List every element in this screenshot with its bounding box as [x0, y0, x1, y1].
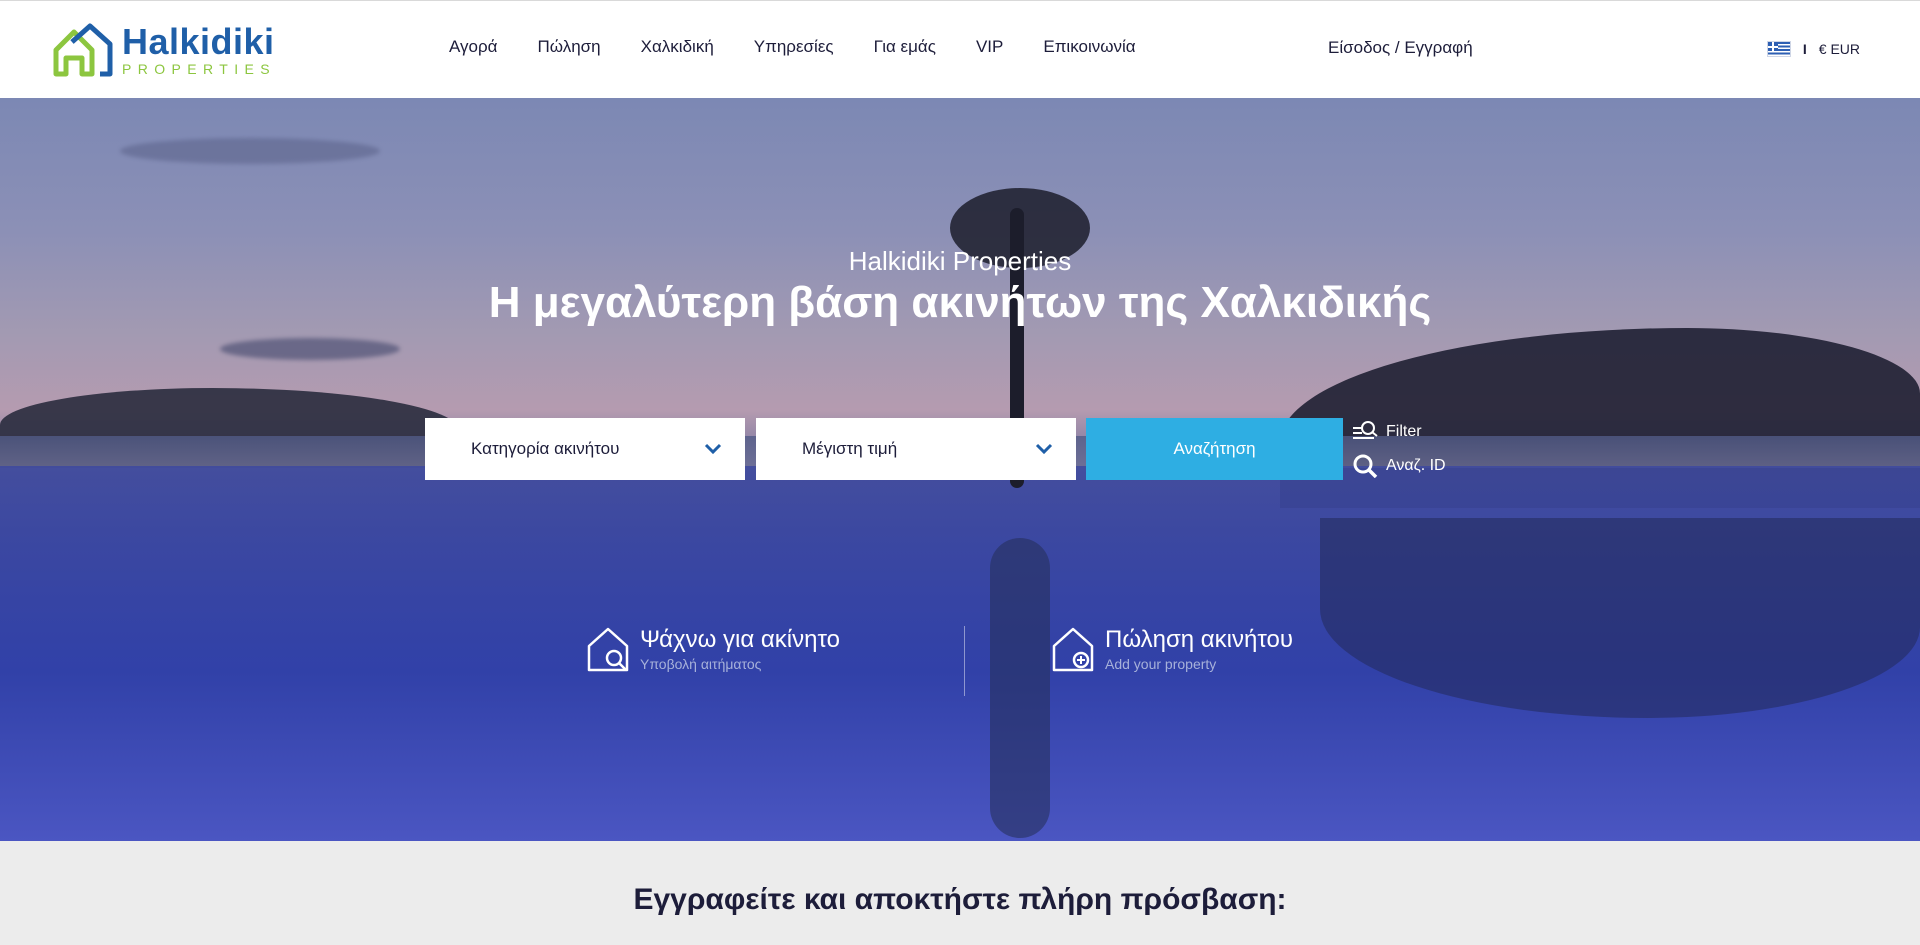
search-bar: Κατηγορία ακινήτου Μέγιστη τιμή Αναζήτησ…: [425, 418, 1343, 480]
search-by-id-link[interactable]: Αναζ. ID: [1352, 454, 1446, 478]
filter-link[interactable]: Filter: [1352, 420, 1446, 444]
house-add-icon: [1052, 627, 1094, 672]
hero-background: [120, 138, 380, 164]
nav-item-services[interactable]: Υπηρεσίες: [754, 37, 834, 57]
max-price-select[interactable]: Μέγιστη τιμή: [756, 418, 1076, 480]
site-header: Halkidiki PROPERTIES Αγορά Πώληση Χαλκιδ…: [0, 0, 1920, 98]
sell-cta-title: Πώληση ακινήτου: [1105, 626, 1293, 653]
hero-title: Η μεγαλύτερη βάση ακινήτων της Χαλκιδική…: [488, 278, 1432, 327]
search-button[interactable]: Αναζήτηση: [1086, 418, 1343, 480]
nav-item-vip[interactable]: VIP: [976, 37, 1003, 57]
looking-cta-subtitle: Υποβολή αιτήματος: [640, 656, 762, 672]
locale-separator: I: [1802, 41, 1807, 57]
search-by-id-label: Αναζ. ID: [1386, 457, 1446, 474]
house-logo-icon: [53, 23, 113, 77]
search-icon: [1353, 454, 1378, 478]
sell-property-cta[interactable]: Πώληση ακινήτου Add your property: [1051, 626, 1293, 672]
property-category-label: Κατηγορία ακινήτου: [471, 439, 620, 458]
nav-item-buy[interactable]: Αγορά: [449, 37, 498, 57]
hero-section: Halkidiki Properties Η μεγαλύτερη βάση α…: [0, 98, 1920, 841]
house-search-icon: [587, 627, 629, 672]
locale-switcher[interactable]: I € EUR: [1766, 41, 1860, 57]
main-nav: Αγορά Πώληση Χαλκιδική Υπηρεσίες Για εμά…: [449, 37, 1176, 57]
register-title: Εγγραφείτε και αποκτήστε πλήρη πρόσβαση:: [633, 883, 1287, 916]
property-category-select[interactable]: Κατηγορία ακινήτου: [425, 418, 745, 480]
greek-flag-icon[interactable]: [1766, 41, 1791, 57]
logo-name: Halkidiki: [122, 21, 275, 62]
chevron-down-icon: [704, 443, 722, 455]
sell-cta-subtitle: Add your property: [1105, 656, 1217, 672]
nav-item-contact[interactable]: Επικοινωνία: [1043, 37, 1135, 57]
hero-subtitle: Halkidiki Properties: [848, 246, 1072, 276]
chevron-down-icon: [1035, 443, 1053, 455]
hero-background: [990, 538, 1050, 838]
nav-item-about[interactable]: Για εμάς: [874, 37, 936, 57]
site-logo[interactable]: Halkidiki PROPERTIES: [52, 21, 282, 79]
logo-tagline: PROPERTIES: [122, 61, 276, 77]
cta-divider: [964, 626, 965, 696]
login-register-link[interactable]: Είσοδος / Εγγραφή: [1328, 38, 1473, 58]
nav-item-sell[interactable]: Πώληση: [538, 37, 601, 57]
nav-item-halkidiki[interactable]: Χαλκιδική: [641, 37, 714, 57]
hero-background: [220, 338, 400, 360]
looking-for-property-cta[interactable]: Ψάχνω για ακίνητο Υποβολή αιτήματος: [586, 626, 840, 672]
currency-selector[interactable]: € EUR: [1819, 41, 1860, 57]
looking-cta-title: Ψάχνω για ακίνητο: [640, 626, 840, 653]
register-section: Εγγραφείτε και αποκτήστε πλήρη πρόσβαση:: [0, 841, 1920, 945]
filter-label: Filter: [1386, 423, 1422, 440]
search-aux-links: Filter Αναζ. ID: [1352, 420, 1446, 478]
filter-search-icon: [1353, 421, 1378, 439]
max-price-label: Μέγιστη τιμή: [802, 439, 898, 458]
